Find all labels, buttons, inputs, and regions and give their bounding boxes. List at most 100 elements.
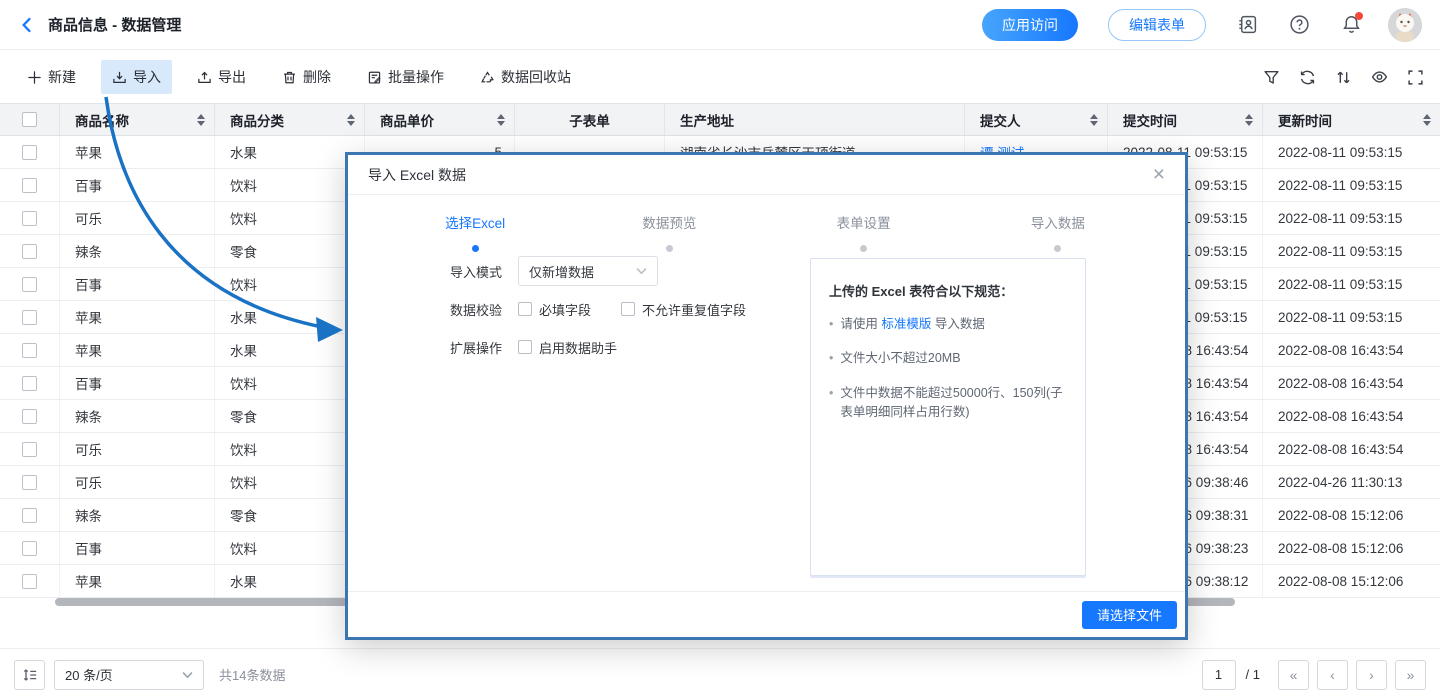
row-checkbox[interactable]: [22, 277, 37, 292]
row-height-icon[interactable]: [14, 660, 45, 690]
page-size-value: 20 条/页: [65, 665, 113, 684]
row-checkbox[interactable]: [22, 178, 37, 193]
row-checkbox[interactable]: [22, 541, 37, 556]
toolbar-item-label: 数据回收站: [501, 67, 571, 87]
row-checkbox-cell: [0, 136, 60, 168]
extension-options: 启用数据助手: [518, 338, 617, 357]
cell-name: 辣条: [60, 235, 215, 267]
row-checkbox-cell: [0, 202, 60, 234]
page-size-select[interactable]: 20 条/页: [54, 660, 204, 690]
row-checkbox-cell: [0, 235, 60, 267]
toolbar-item-trash[interactable]: 删除: [271, 60, 342, 94]
sort-icon[interactable]: [1335, 69, 1352, 86]
standard-template-link[interactable]: 标准模版: [881, 317, 931, 331]
column-header-name[interactable]: 商品名称: [60, 104, 215, 135]
eye-icon[interactable]: [1371, 69, 1388, 86]
rule-item: •文件中数据不能超过50000行、150列(子表单明细同样占用行数): [829, 384, 1067, 423]
next-page-button[interactable]: ›: [1356, 660, 1387, 690]
row-checkbox[interactable]: [22, 409, 37, 424]
validation-option-checkbox[interactable]: 必填字段: [518, 300, 591, 319]
row-checkbox[interactable]: [22, 376, 37, 391]
edit-form-button[interactable]: 编辑表单: [1108, 9, 1206, 41]
close-icon[interactable]: ×: [1153, 164, 1165, 185]
toolbar-item-label: 导入: [133, 67, 161, 87]
modal-title: 导入 Excel 数据: [368, 165, 466, 185]
extension-option-checkbox[interactable]: 启用数据助手: [518, 338, 617, 357]
row-checkbox[interactable]: [22, 244, 37, 259]
cell-category: 饮料: [215, 466, 365, 498]
contacts-icon[interactable]: [1236, 14, 1258, 36]
sort-control[interactable]: [1423, 114, 1431, 126]
page-number-input[interactable]: [1202, 660, 1236, 690]
row-checkbox-cell: [0, 301, 60, 333]
step-1: 选择Excel: [378, 212, 572, 252]
row-checkbox[interactable]: [22, 145, 37, 160]
total-count: 共14条数据: [219, 665, 285, 684]
cell-name: 可乐: [60, 433, 215, 465]
step-4: 导入数据: [961, 212, 1155, 252]
cell-category: 饮料: [215, 169, 365, 201]
column-header-submit_time[interactable]: 提交时间: [1108, 104, 1263, 135]
column-header-update_time[interactable]: 更新时间: [1263, 104, 1440, 135]
column-header-price[interactable]: 商品单价: [365, 104, 515, 135]
import-mode-value: 仅新增数据: [529, 262, 594, 281]
cell-category: 零食: [215, 400, 365, 432]
sort-control[interactable]: [347, 114, 355, 126]
validation-label: 数据校验: [450, 300, 508, 319]
row-checkbox[interactable]: [22, 211, 37, 226]
toolbar-item-import[interactable]: 导入: [101, 60, 172, 94]
page-title: 商品信息 - 数据管理: [48, 14, 181, 35]
app-access-button[interactable]: 应用访问: [982, 9, 1078, 41]
toolbar-item-export[interactable]: 导出: [186, 60, 257, 94]
export-icon: [197, 70, 212, 85]
plus-icon: [27, 70, 42, 85]
toolbar-item-recycle[interactable]: 数据回收站: [469, 60, 582, 94]
row-checkbox[interactable]: [22, 343, 37, 358]
avatar[interactable]: [1388, 8, 1422, 42]
import-mode-select[interactable]: 仅新增数据: [518, 256, 658, 286]
fullscreen-icon[interactable]: [1407, 69, 1424, 86]
row-checkbox[interactable]: [22, 475, 37, 490]
column-header-subform: 子表单: [515, 104, 665, 135]
cell-category: 饮料: [215, 202, 365, 234]
cell-category: 饮料: [215, 367, 365, 399]
row-checkbox[interactable]: [22, 442, 37, 457]
column-header-category[interactable]: 商品分类: [215, 104, 365, 135]
sort-control[interactable]: [1245, 114, 1253, 126]
column-header-address: 生产地址: [665, 104, 965, 135]
toolbar-item-batch[interactable]: 批量操作: [356, 60, 455, 94]
column-header-submitter[interactable]: 提交人: [965, 104, 1108, 135]
step-3: 表单设置: [767, 212, 961, 252]
cell-name: 百事: [60, 532, 215, 564]
step-dot: [860, 245, 867, 252]
sort-control[interactable]: [497, 114, 505, 126]
sort-control[interactable]: [1090, 114, 1098, 126]
row-checkbox-cell: [0, 169, 60, 201]
select-all-checkbox[interactable]: [22, 112, 37, 127]
row-checkbox[interactable]: [22, 310, 37, 325]
cell-update-time: 2022-08-11 09:53:15: [1263, 136, 1440, 168]
cell-category: 饮料: [215, 532, 365, 564]
row-checkbox[interactable]: [22, 508, 37, 523]
validation-option-checkbox[interactable]: 不允许重复值字段: [621, 300, 746, 319]
row-checkbox[interactable]: [22, 574, 37, 589]
last-page-button[interactable]: »: [1395, 660, 1426, 690]
filter-icon[interactable]: [1263, 69, 1280, 86]
back-button[interactable]: [18, 16, 36, 34]
cell-update-time: 2022-08-08 16:43:54: [1263, 367, 1440, 399]
cell-update-time: 2022-08-11 09:53:15: [1263, 301, 1440, 333]
refresh-icon[interactable]: [1299, 69, 1316, 86]
row-checkbox-cell: [0, 334, 60, 366]
bullet-icon: •: [829, 315, 833, 334]
first-page-button[interactable]: «: [1278, 660, 1309, 690]
prev-page-button[interactable]: ‹: [1317, 660, 1348, 690]
notification-bell-icon[interactable]: [1340, 14, 1362, 36]
choose-file-button[interactable]: 请选择文件: [1082, 601, 1177, 629]
help-icon[interactable]: [1288, 14, 1310, 36]
validation-options: 必填字段 不允许重复值字段: [518, 300, 746, 319]
column-header-checkbox: [0, 104, 60, 135]
toolbar-item-plus[interactable]: 新建: [16, 60, 87, 94]
step-indicator: 选择Excel数据预览表单设置导入数据: [348, 212, 1185, 252]
top-nav: 商品信息 - 数据管理 应用访问 编辑表单: [0, 0, 1440, 50]
sort-control[interactable]: [197, 114, 205, 126]
